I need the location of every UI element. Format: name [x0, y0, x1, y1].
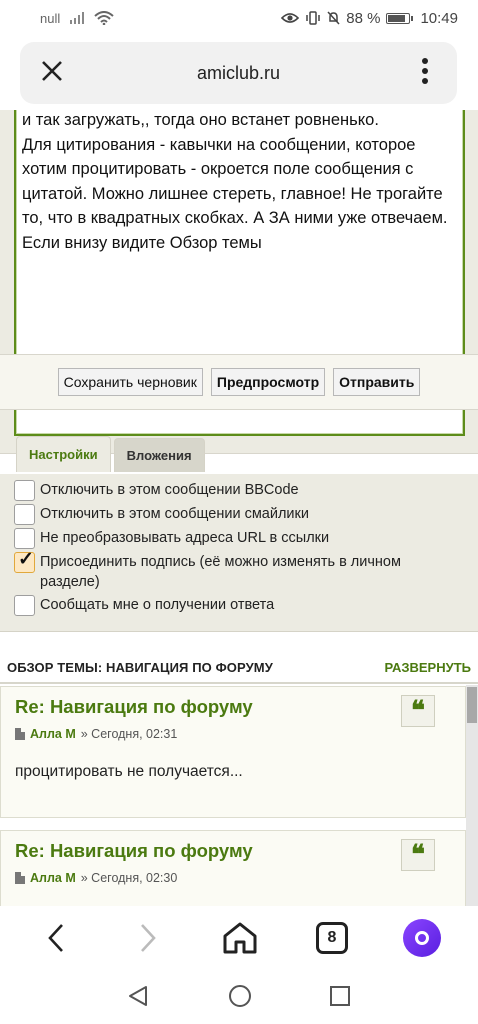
- quote-icon: ❝: [411, 696, 425, 725]
- address-bar[interactable]: amiclub.ru: [20, 42, 457, 104]
- clock: 10:49: [420, 9, 458, 27]
- option-label: Сообщать мне о получении ответа: [40, 597, 275, 613]
- home-icon: [223, 922, 257, 954]
- close-tab-button[interactable]: [20, 58, 84, 88]
- home-button[interactable]: [218, 916, 262, 960]
- browser-toolbar: 8: [0, 906, 478, 970]
- editor-line: Для цитирования - кавычки на сообщении, …: [22, 135, 448, 228]
- divider: [0, 682, 478, 684]
- tabs-button[interactable]: 8: [312, 916, 352, 960]
- eye-icon: [281, 13, 300, 23]
- post-date: » Сегодня, 02:30: [80, 871, 178, 885]
- battery-icon: [386, 12, 414, 24]
- checkbox-checked[interactable]: [14, 550, 35, 573]
- option-label: Присоединить подпись (её можно изменять …: [40, 554, 401, 590]
- expand-link[interactable]: РАЗВЕРНУТЬ: [384, 660, 471, 675]
- scrollbar-thumb[interactable]: [467, 687, 477, 723]
- checkbox[interactable]: [14, 528, 35, 549]
- review-post: Re: Навигация по форуму ❝ Алла М » Сегод…: [0, 830, 466, 910]
- url-text[interactable]: amiclub.ru: [84, 63, 393, 84]
- option-disable-smilies[interactable]: Отключить в этом сообщении смайлики: [14, 504, 478, 525]
- checkbox[interactable]: [14, 504, 35, 525]
- editor-line: и так загружать,, тогда оно встанет ровн…: [22, 111, 379, 129]
- save-draft-button[interactable]: Сохранить черновик: [57, 368, 203, 396]
- option-attach-signature[interactable]: Присоединить подпись (её можно изменять …: [14, 550, 478, 592]
- wifi-icon: [94, 11, 114, 25]
- system-back-button[interactable]: [124, 982, 152, 1010]
- post-title[interactable]: Re: Навигация по форуму: [15, 840, 253, 862]
- triangle-back-icon: [129, 986, 147, 1006]
- options-tabs: Настройки Вложения: [16, 436, 205, 472]
- system-nav-bar: [0, 970, 478, 1024]
- submit-buttons-panel: Сохранить черновик Предпросмотр Отправит…: [0, 354, 478, 410]
- chevron-right-icon: [141, 924, 156, 952]
- battery-percent: 88 %: [346, 9, 381, 27]
- post-author[interactable]: Алла М: [30, 871, 76, 885]
- post-body: процитировать не получается...: [15, 763, 243, 780]
- mute-bell-icon: [327, 11, 340, 25]
- post-meta: Алла М » Сегодня, 02:30: [15, 871, 177, 885]
- quote-button[interactable]: ❝: [401, 839, 435, 871]
- status-bar: null 88 % 10:49: [0, 0, 478, 36]
- web-page: и так загружать,, тогда оно встанет ровн…: [0, 110, 478, 910]
- quote-button[interactable]: ❝: [401, 695, 435, 727]
- back-button[interactable]: [36, 916, 76, 960]
- system-home-button[interactable]: [226, 982, 254, 1010]
- post-meta: Алла М » Сегодня, 02:31: [15, 727, 177, 741]
- close-icon: [42, 61, 62, 81]
- post-date: » Сегодня, 02:31: [80, 727, 178, 741]
- post-icon: [15, 728, 25, 740]
- option-label: Отключить в этом сообщении смайлики: [40, 506, 309, 522]
- checkbox[interactable]: [14, 480, 35, 501]
- tab-settings[interactable]: Настройки: [16, 436, 111, 472]
- submit-button[interactable]: Отправить: [333, 368, 421, 396]
- square-recents-icon: [330, 986, 350, 1006]
- preview-button[interactable]: Предпросмотр: [210, 368, 326, 396]
- browser-menu-button[interactable]: [393, 57, 457, 89]
- alice-icon: [403, 919, 441, 957]
- tab-attachments[interactable]: Вложения: [113, 438, 205, 472]
- chevron-left-icon: [48, 924, 63, 952]
- vibrate-icon: [306, 11, 320, 25]
- status-right: 88 % 10:49: [281, 10, 458, 27]
- settings-panel: Отключить в этом сообщении BBCode Отключ…: [0, 474, 478, 632]
- post-title[interactable]: Re: Навигация по форуму: [15, 696, 253, 718]
- signal-icon: [70, 12, 85, 24]
- option-label: Не преобразовывать адреса URL в ссылки: [40, 530, 330, 546]
- status-left: null: [40, 11, 114, 26]
- option-disable-magic-url[interactable]: Не преобразовывать адреса URL в ссылки: [14, 528, 478, 549]
- review-scrollbar[interactable]: [466, 685, 478, 910]
- system-recents-button[interactable]: [326, 982, 354, 1010]
- topic-review-header: ОБЗОР ТЕМЫ: НАВИГАЦИЯ ПО ФОРУМУ РАЗВЕРНУ…: [0, 658, 478, 676]
- carrier-text: null: [40, 10, 61, 26]
- quote-icon: ❝: [411, 840, 425, 869]
- option-disable-bbcode[interactable]: Отключить в этом сообщении BBCode: [14, 480, 478, 501]
- forward-button[interactable]: [128, 916, 168, 960]
- more-vertical-icon: [422, 58, 428, 84]
- option-label: Отключить в этом сообщении BBCode: [40, 482, 299, 498]
- tabs-count: 8: [316, 922, 348, 954]
- topic-review-title: ОБЗОР ТЕМЫ: НАВИГАЦИЯ ПО ФОРУМУ: [7, 659, 273, 675]
- editor-line: Если внизу видите Обзор темы: [22, 233, 262, 252]
- circle-home-icon: [229, 985, 251, 1007]
- option-notify[interactable]: Сообщать мне о получении ответа: [14, 595, 478, 616]
- post-author[interactable]: Алла М: [30, 727, 76, 741]
- alice-assistant-button[interactable]: [402, 916, 442, 960]
- review-post: Re: Навигация по форуму ❝ Алла М » Сегод…: [0, 686, 466, 818]
- post-icon: [15, 872, 25, 884]
- checkbox[interactable]: [14, 595, 35, 616]
